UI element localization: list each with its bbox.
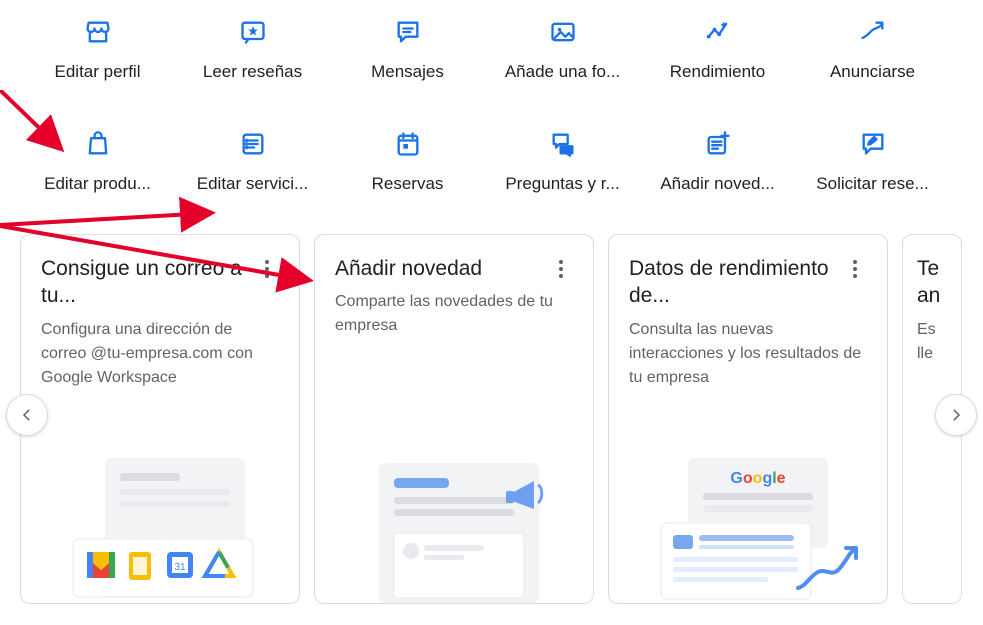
tile-label: Anunciarse xyxy=(795,62,950,82)
review-request-icon xyxy=(795,122,950,166)
tile-label: Reservas xyxy=(330,174,485,194)
carousel-prev-button[interactable] xyxy=(6,394,48,436)
tile-request-reviews[interactable]: Solicitar rese... xyxy=(795,122,950,194)
tile-label: Mensajes xyxy=(330,62,485,82)
card-title: Añadir novedad xyxy=(335,255,549,282)
image-icon xyxy=(485,10,640,54)
post-add-icon xyxy=(640,122,795,166)
tile-performance[interactable]: Rendimiento xyxy=(640,10,795,82)
card-menu-button[interactable] xyxy=(549,257,573,281)
tile-edit-services[interactable]: Editar servici... xyxy=(175,122,330,194)
card-menu-button[interactable] xyxy=(255,257,279,281)
tile-label: Solicitar rese... xyxy=(795,174,950,194)
carousel-next-button[interactable] xyxy=(935,394,977,436)
card-illustration xyxy=(335,350,573,603)
review-star-icon xyxy=(175,10,330,54)
card-description: Configura una dirección de correo @tu-em… xyxy=(41,318,279,390)
tile-edit-products[interactable]: Editar produ... xyxy=(20,122,175,194)
card-title: Datos de rendimiento de... xyxy=(629,255,843,310)
cards-carousel: Consigue un correo a tu... Configura una … xyxy=(0,234,983,604)
card-menu-button[interactable] xyxy=(843,257,867,281)
tile-bookings[interactable]: Reservas xyxy=(330,122,485,194)
tile-messages[interactable]: Mensajes xyxy=(330,10,485,82)
tile-label: Añadir noved... xyxy=(640,174,795,194)
trend-arrow-icon xyxy=(795,10,950,54)
tile-advertise[interactable]: Anunciarse xyxy=(795,10,950,82)
shopping-bag-icon xyxy=(20,122,175,166)
tile-label: Añade una fo... xyxy=(485,62,640,82)
tile-read-reviews[interactable]: Leer reseñas xyxy=(175,10,330,82)
list-box-icon xyxy=(175,122,330,166)
tile-add-photo[interactable]: Añade una fo... xyxy=(485,10,640,82)
spark-up-icon xyxy=(640,10,795,54)
svg-text:31: 31 xyxy=(174,562,186,573)
card-illustration: 31 xyxy=(41,402,279,603)
qna-bubbles-icon xyxy=(485,122,640,166)
calendar-icon xyxy=(330,122,485,166)
card-workspace-email[interactable]: Consigue un correo a tu... Configura una … xyxy=(20,234,300,604)
card-description: Consulta las nuevas interacciones y los … xyxy=(629,318,867,390)
tile-edit-profile[interactable]: Editar perfil xyxy=(20,10,175,82)
tile-label: Rendimiento xyxy=(640,62,795,82)
card-description: Comparte las novedades de tu empresa xyxy=(335,290,573,338)
tile-label: Preguntas y r... xyxy=(485,174,640,194)
chevron-left-icon xyxy=(18,406,36,424)
tile-label: Editar servici... xyxy=(175,174,330,194)
svg-text:Google: Google xyxy=(730,470,785,487)
tile-label: Editar produ... xyxy=(20,174,175,194)
card-title: Consigue un correo a tu... xyxy=(41,255,255,310)
action-tiles-grid: Editar perfilLeer reseñasMensajesAñade u… xyxy=(0,0,983,234)
tile-label: Leer reseñas xyxy=(175,62,330,82)
chat-lines-icon xyxy=(330,10,485,54)
storefront-icon xyxy=(20,10,175,54)
card-performance-data[interactable]: Datos de rendimiento de... Consulta las n… xyxy=(608,234,888,604)
tile-add-update[interactable]: Añadir noved... xyxy=(640,122,795,194)
card-illustration: Google xyxy=(629,402,867,603)
card-description: Es lle xyxy=(917,318,953,366)
card-title: Te an xyxy=(917,255,953,310)
tile-qna[interactable]: Preguntas y r... xyxy=(485,122,640,194)
tile-label: Editar perfil xyxy=(20,62,175,82)
card-add-update-card[interactable]: Añadir novedad Comparte las novedades de … xyxy=(314,234,594,604)
chevron-right-icon xyxy=(947,406,965,424)
